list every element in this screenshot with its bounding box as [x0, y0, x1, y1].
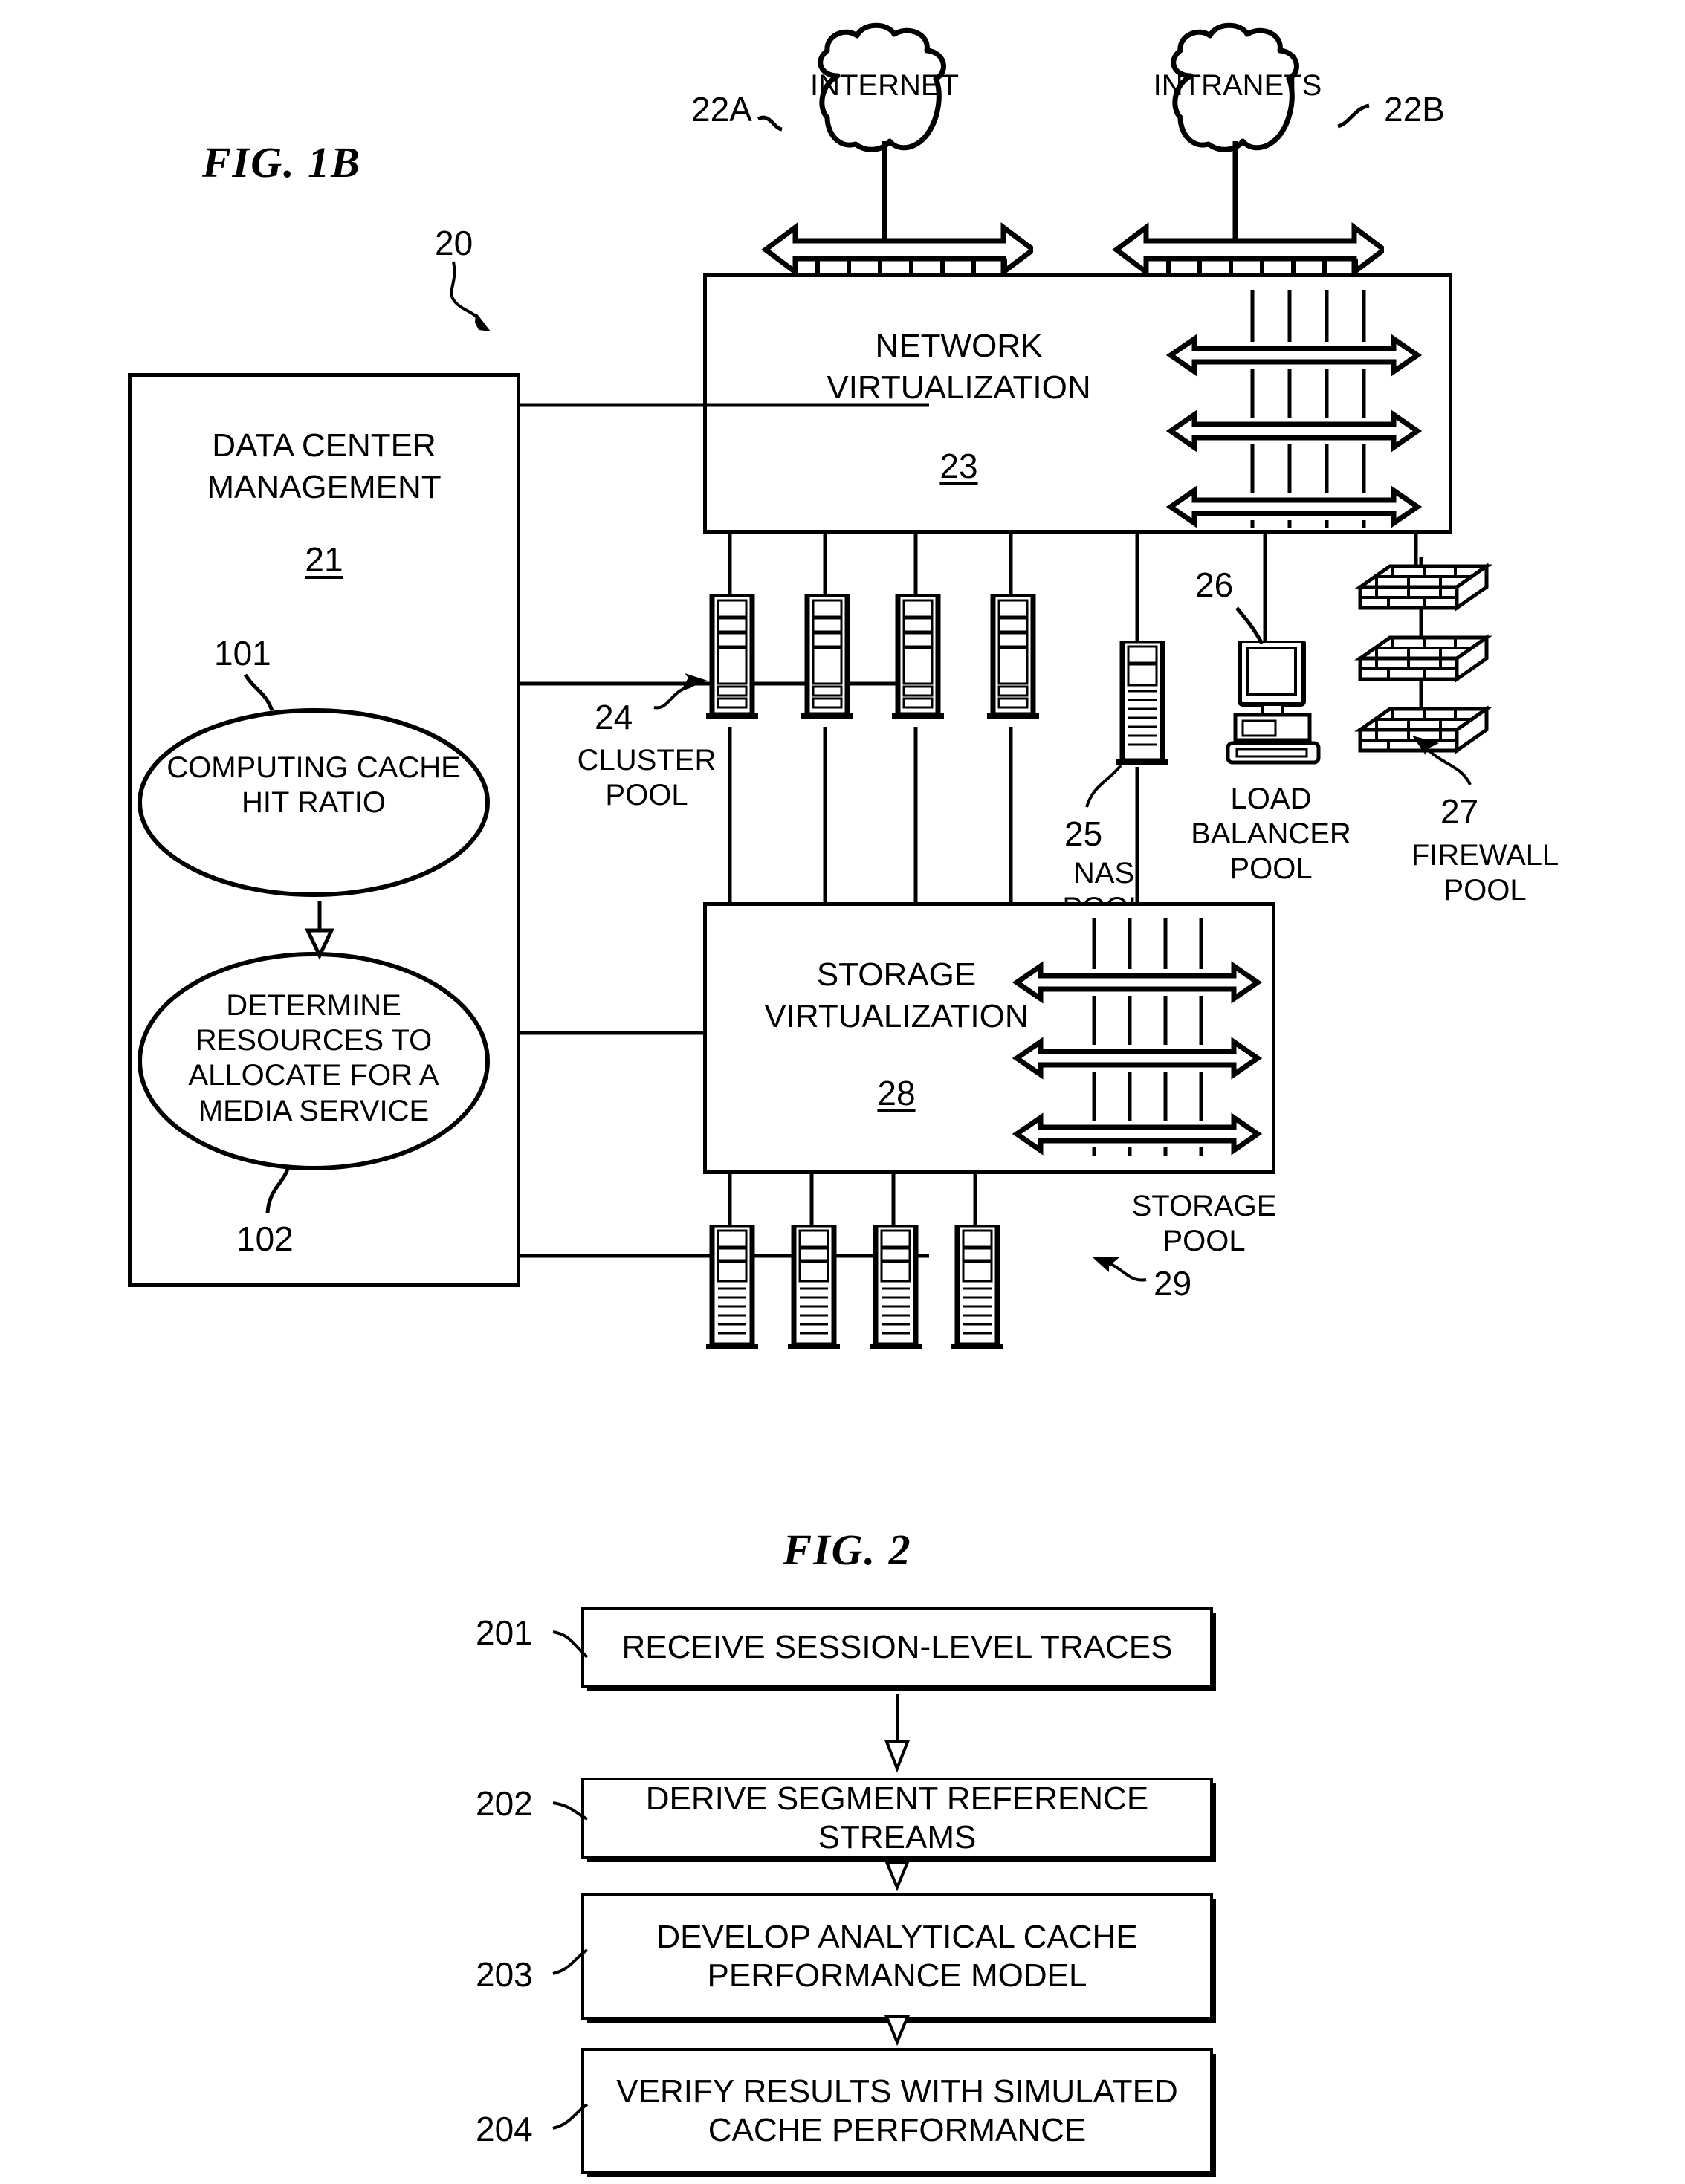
fig2-step-201-line1: RECEIVE SESSION-LEVEL TRACES	[621, 1629, 1173, 1666]
nas-pool-ref-25: 25	[1064, 814, 1103, 853]
internet-ref-22A: 22A	[691, 90, 752, 129]
nas-pool-line1: NAS	[1073, 857, 1135, 890]
fig2-step-201-ref: 201	[476, 1613, 533, 1652]
storage-pool-racks	[706, 1222, 1041, 1366]
load-balancer-line2: POOL	[1229, 852, 1313, 886]
fig2-step-203-box: DEVELOP ANALYTICAL CACHE PERFORMANCE MOD…	[581, 1893, 1213, 2020]
step-102-ref: 102	[236, 1219, 294, 1258]
fig1b-title: FIG. 1B	[202, 138, 361, 187]
storage-pool-label: STORAGE POOL	[1093, 1189, 1316, 1259]
cluster-pool-line2: POOL	[605, 779, 688, 812]
nas-pool-rack	[1113, 638, 1176, 778]
fig2-step-202-ref: 202	[476, 1784, 533, 1823]
load-balancer-ref-26: 26	[1195, 566, 1234, 604]
cluster-pool-label: CLUSTER POOL	[550, 743, 743, 813]
cluster-pool-racks	[706, 592, 1093, 733]
fig2-step-204-box: VERIFY RESULTS WITH SIMULATED CACHE PERF…	[581, 2048, 1213, 2174]
storage-pool-line1: STORAGE	[1131, 1190, 1277, 1222]
fig2-step-204-text: VERIFY RESULTS WITH SIMULATED CACHE PERF…	[616, 2073, 1177, 2150]
system-ref-20: 20	[435, 224, 473, 262]
fig2-step-201-box: RECEIVE SESSION-LEVEL TRACES	[581, 1607, 1213, 1688]
intranets-ref-22B: 22B	[1384, 90, 1445, 129]
intranets-cloud-label: INTRANETS	[1153, 69, 1322, 102]
storage-pool-ref-29: 29	[1154, 1264, 1192, 1303]
network-virtualization-line2: VIRTUALIZATION	[827, 369, 1091, 406]
firewall-pool-ref-27: 27	[1440, 792, 1479, 831]
data-center-management-line2: MANAGEMENT	[207, 469, 442, 505]
step-102-label: DETERMINE RESOURCES TO ALLOCATE FOR A ME…	[147, 988, 480, 1129]
fig2-step-203-ref: 203	[476, 1955, 533, 1994]
internet-cloud: INTERNET	[784, 22, 985, 152]
step-101-text: COMPUTING CACHE HIT RATIO	[166, 751, 461, 820]
fig2-step-203-text: DEVELOP ANALYTICAL CACHE PERFORMANCE MOD…	[656, 1918, 1137, 1995]
step-101-ref: 101	[214, 634, 271, 673]
load-balancer-line1: LOAD BALANCER	[1191, 782, 1351, 851]
fig2-step-204-line1: VERIFY RESULTS WITH SIMULATED	[616, 2073, 1178, 2110]
intranets-cloud: INTRANETS	[1137, 22, 1338, 152]
storage-pool-line2: POOL	[1162, 1225, 1246, 1258]
cluster-pool-ref-24: 24	[595, 698, 633, 736]
network-virtualization-line1: NETWORK	[875, 328, 1043, 364]
firewall-pool-line1: FIREWALL	[1411, 839, 1559, 872]
internet-cloud-label: INTERNET	[810, 69, 959, 102]
firewall-pool-label: FIREWALL POOL	[1374, 838, 1597, 908]
step-101-label: COMPUTING CACHE HIT RATIO	[150, 751, 477, 820]
fig2-step-204-line2: CACHE PERFORMANCE	[708, 2112, 1087, 2148]
storage-virtualization-internal-arrows	[1005, 918, 1272, 1160]
data-center-management-line1: DATA CENTER	[212, 427, 436, 464]
load-balancer-label: LOAD BALANCER POOL	[1160, 782, 1382, 887]
firewall-pool-line2: POOL	[1443, 874, 1527, 907]
fig2-step-202-line1: DERIVE SEGMENT REFERENCE STREAMS	[645, 1780, 1149, 1856]
firewall-pool-stack	[1330, 557, 1509, 784]
fig2-step-203-line2: PERFORMANCE MODEL	[707, 1957, 1087, 1994]
data-center-management-ref-21: 21	[305, 540, 343, 579]
step-102-text: DETERMINE RESOURCES TO ALLOCATE FOR A ME…	[188, 989, 439, 1127]
fig2-title: FIG. 2	[783, 1526, 912, 1574]
load-balancer-computer	[1225, 638, 1322, 782]
fig2-step-202-box: DERIVE SEGMENT REFERENCE STREAMS	[581, 1778, 1213, 1859]
network-virtualization-ref-23: 23	[939, 447, 978, 485]
fig2-step-204-ref: 204	[476, 2110, 533, 2148]
cluster-pool-line1: CLUSTER	[577, 744, 717, 777]
network-virtualization-internal-arrows	[1148, 290, 1438, 531]
fig2-step-203-line1: DEVELOP ANALYTICAL CACHE	[656, 1919, 1138, 1956]
